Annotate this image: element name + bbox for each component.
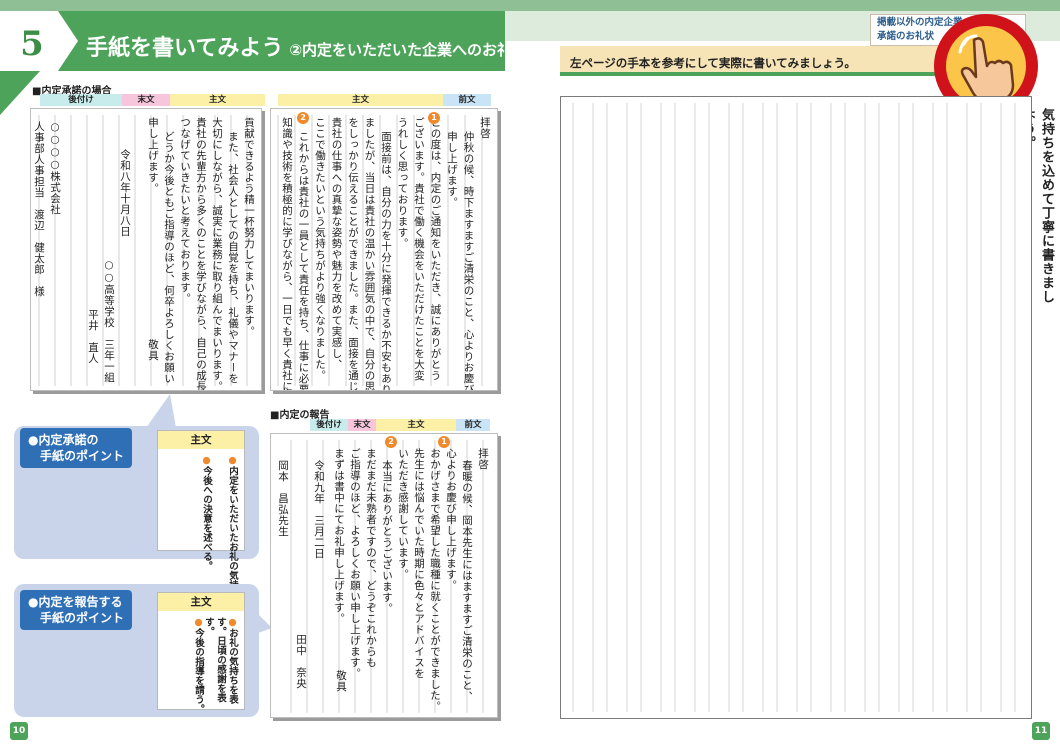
- letter-line: まだまだ未熟者ですので、どうぞこれからも: [365, 448, 377, 668]
- report-point-card-head: 主文: [158, 593, 244, 611]
- letter-line: ○○○○株式会社: [49, 121, 61, 215]
- acceptance-point-title-1: ●内定承諾の: [28, 433, 99, 447]
- letter-line: 先生には悩んでいた時期に色々とアドバイスを: [413, 448, 425, 679]
- report-letter: 拝啓 春暖の候、岡本先生にはますますご清栄のこと、 心よりお慶び申し上げます。 おかげ…: [270, 433, 498, 718]
- side-caption: 気持ちを込めて丁寧に書きましょう。: [1020, 108, 1054, 304]
- writing-practice-area[interactable]: [558, 96, 1032, 719]
- report-legend-matsubun: 末文: [348, 419, 376, 431]
- letter-line: 田中 奈央: [295, 634, 307, 689]
- report-point-title-1: ●内定を報告する: [28, 595, 123, 609]
- letter-line: ○○高等学校 三年一組: [103, 259, 115, 383]
- letter-line: これからは貴社の一員として責任を持ち、仕事に必要な: [297, 131, 310, 391]
- letter-line: ご指導のほど、よろしくお願い申し上げます。: [349, 448, 361, 679]
- acceptance-legend-right: 主文 前文: [278, 94, 491, 106]
- letter-line: どうか今後ともご指導のほど、何卒よろしくお願い: [163, 131, 175, 384]
- letter-line: ましたが、当日は貴社の温かい雰囲気の中で、自分の思い: [363, 117, 376, 391]
- letter-line: 申し上げます。: [446, 131, 458, 208]
- letter-line: 拝啓: [477, 448, 489, 470]
- legend-maebun: 前文: [443, 94, 491, 106]
- letter-line: 拝啓: [479, 117, 491, 139]
- letter-line: まずは書中にてお礼申し上げます。: [333, 448, 345, 624]
- letter-line: おかげさまで希望した職種に就くことができました。: [429, 448, 441, 712]
- page-title-main: 手紙を書いてみよう: [86, 36, 284, 61]
- letter-line: 貢献できるよう精一杯努力してまいります。: [243, 117, 255, 337]
- report-legend: 後付け 末文 主文 前文: [310, 419, 490, 431]
- writing-rules: [558, 103, 1016, 712]
- letter-line: 人事部人事担当 渡辺 健太郎 様: [33, 121, 45, 297]
- letter-line: つなげていきたいと考えております。: [179, 117, 191, 304]
- letter-line: 貴社の仕事への真摯な姿勢や魅力を改めて実感し、: [330, 117, 343, 370]
- acceptance-callout-arrow: [146, 394, 176, 428]
- acceptance-badge-2: 2: [297, 112, 309, 124]
- letter-line: 面接前は、自分の力を十分に発揮できるか不安もあり: [380, 131, 392, 391]
- report-point-title: ●内定を報告する手紙のポイント: [20, 590, 133, 630]
- acceptance-point-title-2: 手紙のポイント: [40, 449, 125, 463]
- report-point-item-2: ●今後の指導を請う。: [193, 617, 204, 714]
- legend-atozuke: 後付け: [40, 94, 122, 106]
- acceptance-legend-left: 後付け 末文 主文: [40, 94, 265, 106]
- report-legend-shubun: 主文: [376, 419, 456, 431]
- letter-line: 令和八年十月八日: [119, 149, 131, 237]
- letter-line: 本当にありがとうございます。: [381, 460, 393, 614]
- letter-line: 春暖の候、岡本先生にはますますご清栄のこと、: [461, 460, 473, 702]
- acceptance-point-card: 主文 ●内定をいただいたお礼の気持ちを表す。 ●今後への決意を述べる。: [157, 430, 245, 637]
- letter-line: 敬具: [147, 339, 159, 361]
- legend-matsubun: 末文: [122, 94, 170, 106]
- letter-line: 貴社の先輩方から多くのことを学びながら、自己の成長に: [195, 117, 207, 391]
- report-legend-atozuke: 後付け: [310, 419, 348, 431]
- report-point-card: 主文 ●お礼の気持ちを表す。日頃の感謝を表す。 ●今後の指導を請う。: [157, 592, 245, 714]
- acceptance-point-item-2: ●今後への決意を述べる。: [201, 455, 212, 571]
- letter-line: 仲秋の候、時下ますますご清栄のこと、心よりお慶び: [462, 131, 475, 391]
- letter-line: いただき感謝しています。: [397, 448, 409, 580]
- letter-line: をしっかり伝えることができました。また、面接を通じ: [347, 117, 359, 391]
- acceptance-letter-page-2: 貢献できるよう精一杯努力してまいります。 また、社会人としての自覚を持ち、礼儀やマ…: [30, 108, 262, 391]
- letter-line: 申し上げます。: [147, 117, 159, 194]
- page-number-right: 11: [1032, 722, 1050, 740]
- acceptance-point-title: ●内定承諾の手紙のポイント: [20, 428, 133, 468]
- page-title: 手紙を書いてみよう ②内定をいただいた企業へのお礼状: [86, 30, 527, 62]
- letter-line: この度は、内定のご通知をいただき、誠にありがとう: [429, 117, 442, 381]
- letter-line: ございます。貴社で働く機会をいただけたことを大変: [413, 117, 425, 381]
- report-badge-1: 1: [438, 436, 450, 448]
- letter-line: 敬具: [335, 670, 347, 692]
- letter-line: また、社会人としての自覚を持ち、礼儀やマナーを: [227, 131, 239, 384]
- letter-line: 大切にしながら、誠実に業務に取り組んでまいります。: [211, 117, 223, 391]
- report-legend-maebun: 前文: [456, 419, 490, 431]
- letter-line: 岡本 昌弘先生: [277, 460, 289, 537]
- report-point-item-1: ●お礼の気持ちを表す。日頃の感謝を表す。: [203, 617, 238, 704]
- acceptance-letter-page-1: 拝啓 仲秋の候、時下ますますご清栄のこと、心よりお慶び 申し上げます。 この度は、内定…: [270, 108, 498, 391]
- acceptance-point-card-head: 主文: [158, 431, 244, 449]
- page-subtitle: ②内定をいただいた企業へのお礼状: [289, 41, 528, 59]
- letter-line: 平井 直人: [87, 309, 99, 364]
- acceptance-badge-1: 1: [428, 112, 440, 124]
- report-badge-2: 2: [385, 436, 397, 448]
- letter-line: 心よりお慶び申し上げます。: [445, 448, 457, 591]
- legend-shubun: 主文: [170, 94, 265, 106]
- top-band: [0, 0, 1060, 11]
- legend-shubun-2: 主文: [278, 94, 443, 106]
- letter-line: 令和九年 三月二日: [313, 460, 325, 559]
- letter-line: 知識や技術を積極的に学びながら、一日でも早く貴社に: [281, 117, 293, 391]
- report-point-title-2: 手紙のポイント: [40, 611, 125, 625]
- page-number-left: 10: [10, 722, 28, 740]
- letter-line: ここで働きたいという気持ちがより強くなりました。: [314, 117, 326, 381]
- chapter-number: 5: [20, 24, 44, 64]
- letter-line: うれしく思っております。: [396, 117, 409, 249]
